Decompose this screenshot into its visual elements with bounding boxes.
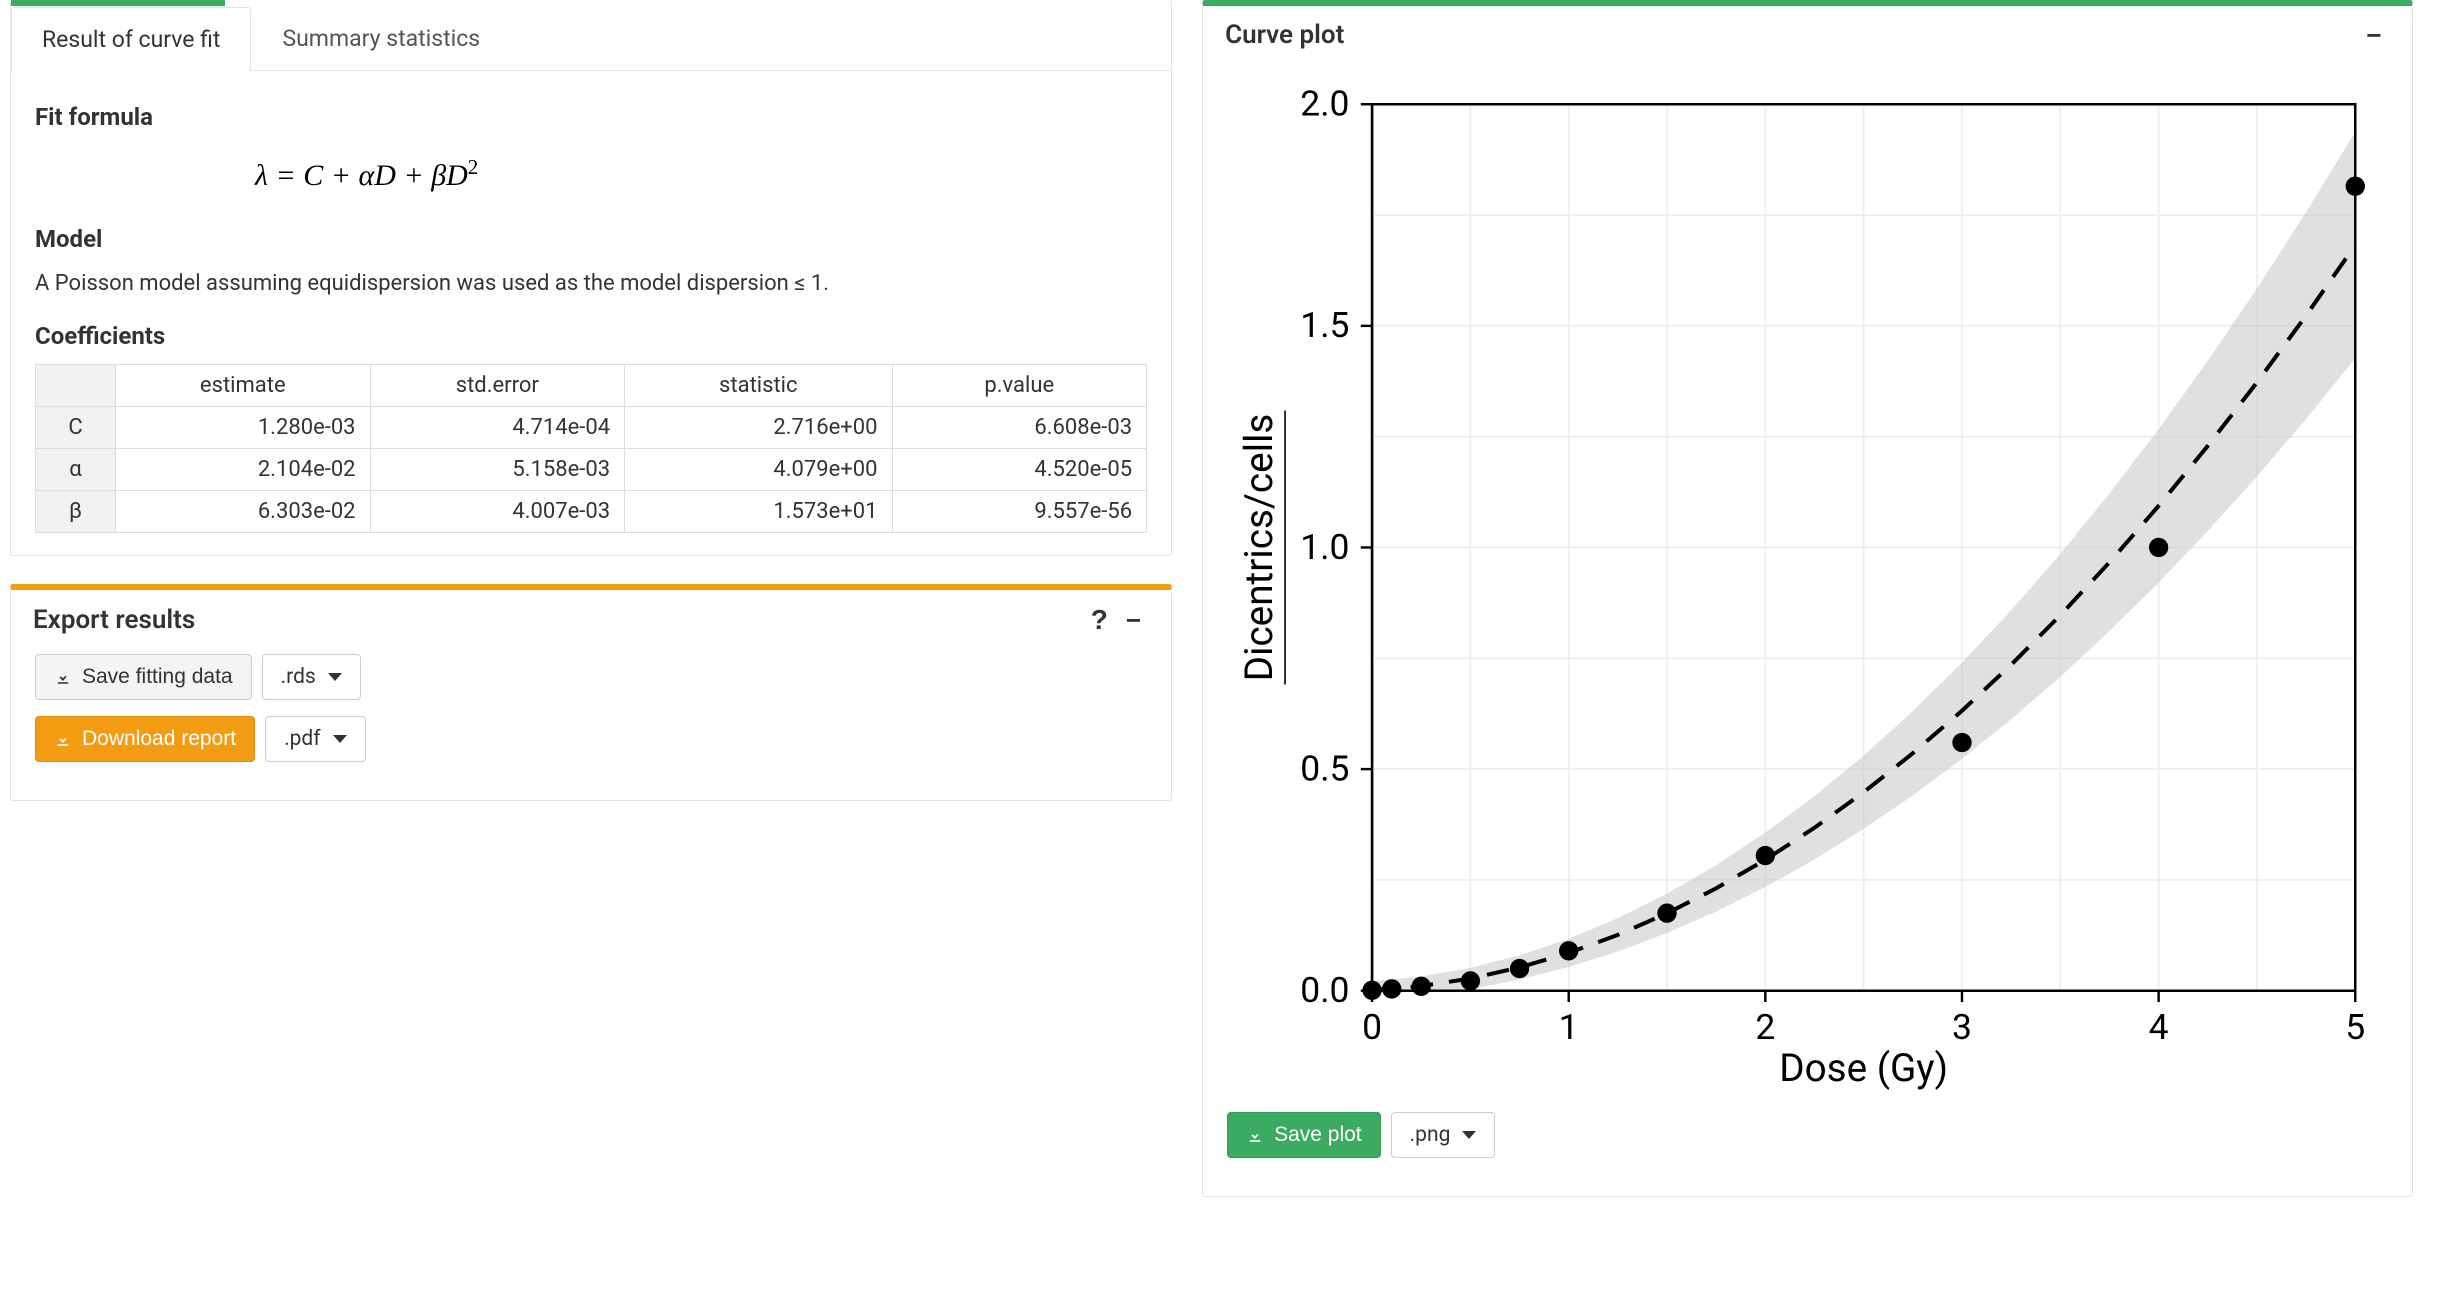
save-plot-format-value: .png [1410,1123,1451,1147]
table-row: α2.104e-025.158e-034.079e+004.520e-05 [36,449,1147,491]
table-row: C1.280e-034.714e-042.716e+006.608e-03 [36,407,1147,449]
fit-formula: λ = C + αD + βD2 [35,145,1147,203]
svg-text:Dose (Gy): Dose (Gy) [1779,1046,1948,1091]
help-icon[interactable]: ? [1081,604,1118,636]
collapse-icon[interactable]: − [2358,22,2389,48]
cell-statistic: 4.079e+00 [625,449,892,491]
download-report-format-dropdown[interactable]: .pdf [265,716,365,762]
tab-summary-statistics[interactable]: Summary statistics [251,6,511,70]
row-name: β [36,491,116,533]
cell-statistic: 2.716e+00 [625,407,892,449]
collapse-icon[interactable]: − [1118,607,1149,633]
save-fitting-data-label: Save fitting data [82,665,233,689]
download-icon [1246,1126,1264,1144]
model-description: A Poisson model assuming equidispersion … [35,267,1147,300]
curve-plot-chart: 0 1 2 3 4 5 0.0 0.5 1.0 1.5 2.0 Dose (Gy) Dicentrics… [1227,72,2388,1104]
download-icon [54,668,72,686]
chevron-down-icon [328,673,342,681]
save-plot-button[interactable]: Save plot [1227,1112,1381,1158]
table-row: β6.303e-024.007e-031.573e+019.557e-56 [36,491,1147,533]
chevron-down-icon [1462,1131,1476,1139]
coefficients-table: estimate std.error statistic p.value C1.… [35,364,1147,533]
row-name: C [36,407,116,449]
svg-text:Dicentrics/cells: Dicentrics/cells [1237,414,1282,682]
export-results-panel: Export results ? − Save fitting data .rd… [10,584,1172,801]
cell-pvalue: 6.608e-03 [892,407,1147,449]
cell-estimate: 2.104e-02 [116,449,371,491]
cell-estimate: 1.280e-03 [116,407,371,449]
save-fitting-data-button[interactable]: Save fitting data [35,654,252,700]
model-heading: Model [35,225,1147,253]
download-icon [54,730,72,748]
save-fitting-format-dropdown[interactable]: .rds [262,654,361,700]
col-estimate: estimate [116,365,371,407]
cell-pvalue: 4.520e-05 [892,449,1147,491]
chevron-down-icon [333,735,347,743]
svg-text:1.5: 1.5 [1300,304,1349,346]
curve-plot-panel: Curve plot − 0 1 2 3 4 5 0.0 0.5 1.0 1.5 2.0 Dose (… [1202,0,2413,1197]
svg-text:2.0: 2.0 [1300,83,1349,125]
col-pvalue: p.value [892,365,1147,407]
cell-statistic: 1.573e+01 [625,491,892,533]
cell-stderr: 4.007e-03 [370,491,625,533]
tabs-bar: Result of curve fit Summary statistics [11,6,1171,71]
cell-estimate: 6.303e-02 [116,491,371,533]
svg-text:5: 5 [2345,1006,2365,1048]
fit-results-panel: Result of curve fit Summary statistics F… [10,0,1172,556]
svg-text:0: 0 [1362,1006,1382,1048]
svg-text:1.0: 1.0 [1300,526,1349,568]
coefficients-heading: Coefficients [35,322,1147,350]
cell-stderr: 4.714e-04 [370,407,625,449]
save-plot-format-dropdown[interactable]: .png [1391,1112,1496,1158]
row-name: α [36,449,116,491]
table-corner [36,365,116,407]
cell-pvalue: 9.557e-56 [892,491,1147,533]
col-statistic: statistic [625,365,892,407]
svg-text:0.5: 0.5 [1300,747,1349,789]
download-report-label: Download report [82,727,236,751]
svg-text:1: 1 [1559,1006,1579,1048]
save-fitting-format-value: .rds [281,665,316,689]
svg-text:4: 4 [2149,1006,2169,1048]
col-stderr: std.error [370,365,625,407]
export-panel-title: Export results [33,605,195,635]
cell-stderr: 5.158e-03 [370,449,625,491]
download-report-button[interactable]: Download report [35,716,255,762]
svg-text:3: 3 [1952,1006,1972,1048]
curve-plot-title: Curve plot [1225,20,1344,50]
save-plot-label: Save plot [1274,1123,1362,1147]
download-report-format-value: .pdf [284,727,320,751]
tab-result-of-curve-fit[interactable]: Result of curve fit [11,7,251,71]
svg-text:2: 2 [1755,1006,1775,1048]
fit-formula-heading: Fit formula [35,103,1147,131]
svg-text:0.0: 0.0 [1300,969,1349,1011]
